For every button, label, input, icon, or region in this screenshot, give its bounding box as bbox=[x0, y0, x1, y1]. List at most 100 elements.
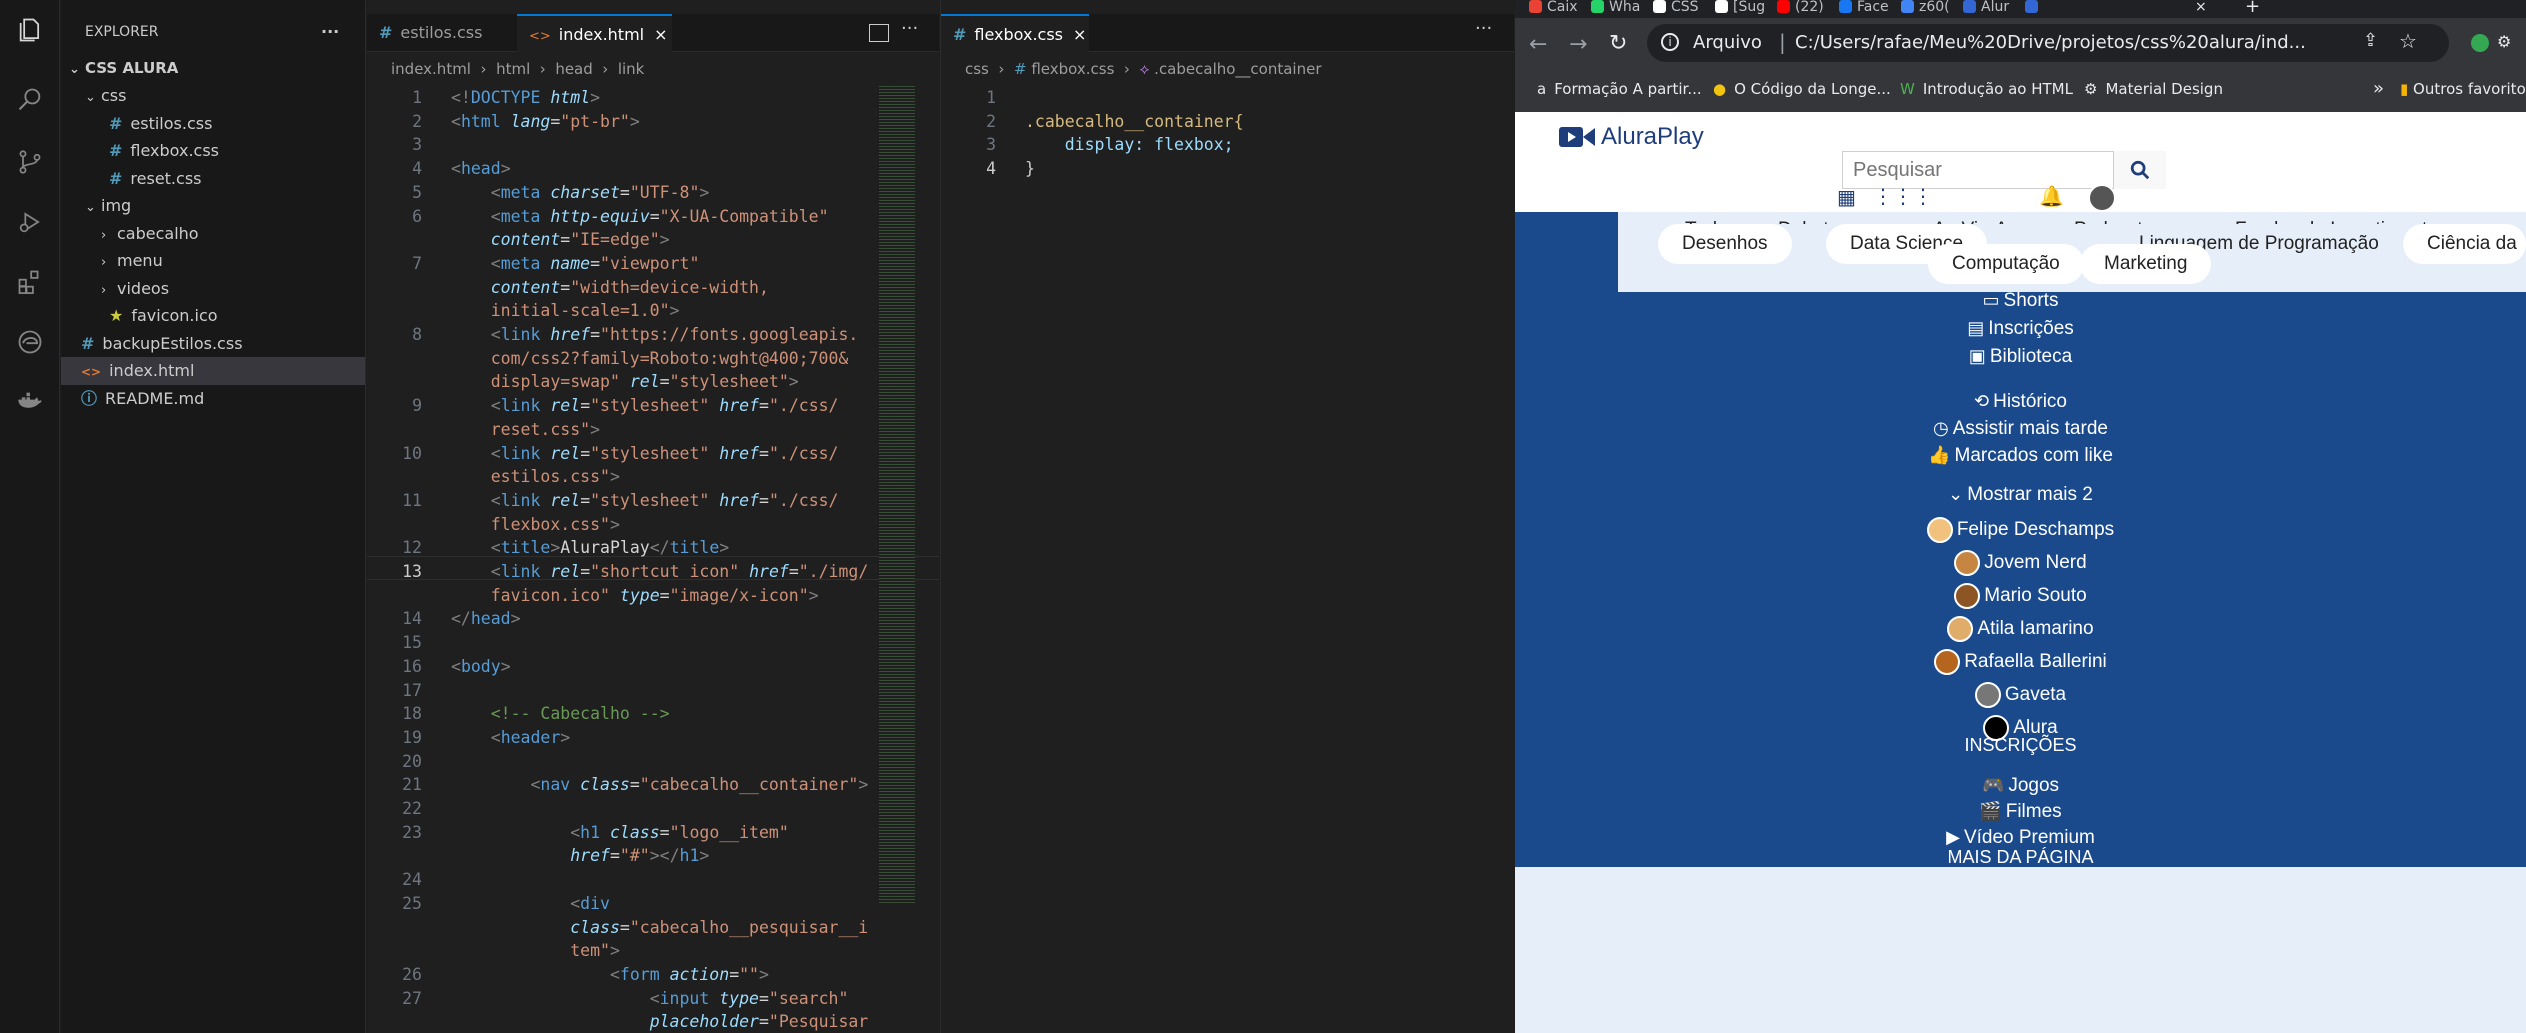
share-icon[interactable]: ⇪ bbox=[2363, 30, 2378, 51]
extension-icon[interactable]: ⚙ bbox=[2497, 32, 2517, 52]
reload-icon[interactable]: ↻ bbox=[1609, 31, 1627, 56]
search-icon[interactable] bbox=[12, 82, 48, 118]
channel-item[interactable]: Rafaella Ballerini bbox=[1515, 649, 2526, 675]
explorer-item-img[interactable]: ⌄ img bbox=[61, 192, 365, 220]
bookmark-item[interactable]: a Formação A partir... bbox=[1537, 80, 1702, 98]
bookmark-star-icon[interactable]: ☆ bbox=[2399, 29, 2417, 53]
menu-item[interactable]: ▶ Vídeo Premium bbox=[1515, 827, 2526, 849]
site-logo[interactable]: AluraPlay bbox=[1557, 122, 1704, 152]
category-chip[interactable]: Computação bbox=[1928, 244, 2084, 284]
close-tab-icon[interactable]: × bbox=[2195, 0, 2207, 18]
channel-item[interactable]: Jovem Nerd bbox=[1515, 550, 2526, 576]
browser-tab[interactable] bbox=[2025, 0, 2085, 18]
minimap[interactable] bbox=[879, 84, 915, 904]
edge-icon[interactable] bbox=[12, 324, 48, 360]
explorer-item-estilos-css[interactable]: # estilos.css bbox=[61, 110, 365, 138]
channel-item[interactable]: Felipe Deschamps bbox=[1515, 517, 2526, 543]
breadcrumb-item[interactable]: index.html bbox=[391, 60, 471, 78]
explorer-item-index-html[interactable]: <> index.html bbox=[61, 357, 365, 385]
show-more-button[interactable]: ⌄ Mostrar mais 2 bbox=[1515, 484, 2526, 506]
category-chip[interactable]: Apps bbox=[1995, 210, 2038, 224]
channel-item[interactable]: Atila Iamarino bbox=[1515, 616, 2526, 642]
breadcrumb-item[interactable]: html bbox=[496, 60, 530, 78]
browser-tab[interactable]: (22) bbox=[1777, 0, 1837, 18]
menu-item[interactable]: 🎮 Jogos bbox=[1515, 775, 2526, 797]
extensions-icon[interactable] bbox=[12, 264, 48, 300]
back-icon[interactable]: ← bbox=[1529, 32, 1547, 57]
run-debug-icon[interactable] bbox=[12, 204, 48, 240]
category-chip[interactable]: Fundos de Investimento bbox=[2235, 210, 2438, 224]
category-chip[interactable]: Ao Vivo bbox=[1933, 210, 1998, 224]
bell-icon[interactable]: 🔔 bbox=[2039, 184, 2064, 208]
tab-flexbox-css[interactable]: # flexbox.css × bbox=[941, 14, 1089, 52]
close-icon[interactable]: × bbox=[1073, 25, 1086, 44]
explorer-item-cabecalho[interactable]: › cabecalho bbox=[61, 220, 365, 248]
new-tab-icon[interactable]: + bbox=[2245, 0, 2260, 18]
search-button[interactable] bbox=[2113, 151, 2166, 189]
channel-item[interactable]: Mario Souto bbox=[1515, 583, 2526, 609]
bookmark-item[interactable]: ⚙ Material Design bbox=[2084, 80, 2223, 98]
grid-icon[interactable]: ▦ bbox=[1837, 185, 1856, 209]
info-icon[interactable]: i bbox=[1661, 33, 1679, 51]
menu-item[interactable]: ▭ Shorts bbox=[1515, 290, 2526, 312]
code-editor-css[interactable]: 1 2 .cabecalho__container{3 display: flexb… bbox=[941, 84, 1514, 1033]
code-line: <meta charset="UTF-8"> bbox=[490, 182, 710, 202]
explorer-item-videos[interactable]: › videos bbox=[61, 275, 365, 303]
category-chip[interactable]: Podcasts bbox=[2074, 210, 2152, 224]
explorer-icon[interactable] bbox=[12, 12, 48, 48]
more-actions-icon[interactable]: ··· bbox=[1475, 18, 1492, 39]
split-editor-icon[interactable] bbox=[869, 24, 889, 42]
code-editor-html[interactable]: 1 <!DOCTYPE html> 2 <html lang="pt-br"> 3 4 <h… bbox=[367, 84, 939, 1033]
close-icon[interactable]: × bbox=[654, 25, 667, 44]
category-chip[interactable]: Desenhos bbox=[1658, 224, 1792, 264]
extension-icon[interactable] bbox=[2471, 34, 2489, 52]
breadcrumb-item[interactable]: css bbox=[965, 60, 989, 78]
address-bar[interactable]: i Arquivo | C:/Users/rafae/Meu%20Drive/p… bbox=[1647, 24, 2449, 62]
menu-item[interactable]: 👍 Marcados com like bbox=[1515, 445, 2526, 467]
channel-item[interactable]: Gaveta bbox=[1515, 682, 2526, 708]
explorer-item-README-md[interactable]: ⓘ README.md bbox=[61, 385, 365, 413]
bookmark-item[interactable]: W Introdução ao HTML bbox=[1900, 80, 2073, 98]
explorer-item-favicon-ico[interactable]: ★ favicon.ico bbox=[61, 302, 365, 330]
menu-item[interactable]: ◷ Assistir mais tarde bbox=[1515, 418, 2526, 440]
apps-icon[interactable]: ⋮⋮⋮ bbox=[1873, 184, 1933, 208]
browser-tab[interactable]: Wha bbox=[1591, 0, 1651, 18]
browser-tab[interactable]: Alur bbox=[1963, 0, 2023, 18]
more-actions-icon[interactable]: ··· bbox=[901, 18, 918, 39]
breadcrumb-item[interactable]: .cabecalho__container bbox=[1154, 60, 1321, 78]
browser-tab[interactable]: z60( bbox=[1901, 0, 1961, 18]
forward-icon[interactable]: → bbox=[1569, 32, 1587, 57]
menu-item[interactable]: ▣ Biblioteca bbox=[1515, 346, 2526, 368]
avatar[interactable] bbox=[2088, 184, 2116, 212]
breadcrumb-item[interactable]: link bbox=[618, 60, 645, 78]
category-chip[interactable]: Tudo bbox=[1685, 210, 1728, 224]
workspace-folder[interactable]: ⌄ CSS ALURA bbox=[61, 54, 365, 82]
tab-estilos-css[interactable]: # estilos.css bbox=[367, 14, 515, 52]
browser-tab[interactable]: [Sug bbox=[1715, 0, 1775, 18]
explorer-item-flexbox-css[interactable]: # flexbox.css bbox=[61, 137, 365, 165]
more-bookmarks-button[interactable]: » bbox=[2373, 78, 2384, 99]
menu-item[interactable]: 🎬 Filmes bbox=[1515, 801, 2526, 823]
category-chip[interactable]: Marketing bbox=[2080, 244, 2212, 284]
breadcrumb-item[interactable]: head bbox=[555, 60, 592, 78]
other-favorites-folder[interactable]: ▮ Outros favoritos bbox=[2400, 80, 2526, 98]
explorer-item-menu[interactable]: › menu bbox=[61, 247, 365, 275]
source-control-icon[interactable] bbox=[12, 144, 48, 180]
bookmark-item[interactable]: ● O Código da Longe... bbox=[1713, 80, 1891, 98]
browser-tab[interactable]: Face bbox=[1839, 0, 1899, 18]
browser-tab[interactable]: Caix bbox=[1529, 0, 1589, 18]
explorer-item-css[interactable]: ⌄ css bbox=[61, 82, 365, 110]
docker-icon[interactable] bbox=[12, 384, 48, 420]
breadcrumb-item[interactable]: flexbox.css bbox=[1031, 60, 1114, 78]
category-chip[interactable]: Ciência da bbox=[2403, 224, 2526, 264]
explorer-item-reset-css[interactable]: # reset.css bbox=[61, 165, 365, 193]
menu-item[interactable]: ⟲ Histórico bbox=[1515, 391, 2526, 413]
browser-tab[interactable]: CSS bbox=[1653, 0, 1713, 18]
tab-index-html[interactable]: <> index.html × bbox=[517, 14, 672, 52]
address-url[interactable]: C:/Users/rafae/Meu%20Drive/projetos/css%… bbox=[1795, 32, 2306, 53]
search-input[interactable] bbox=[1843, 152, 2103, 188]
category-chip[interactable]: Debates bbox=[1778, 210, 1849, 224]
explorer-item-backupEstilos-css[interactable]: # backupEstilos.css bbox=[61, 330, 365, 358]
explorer-more-button[interactable]: ··· bbox=[321, 18, 361, 46]
menu-item[interactable]: ▤ Inscrições bbox=[1515, 318, 2526, 340]
